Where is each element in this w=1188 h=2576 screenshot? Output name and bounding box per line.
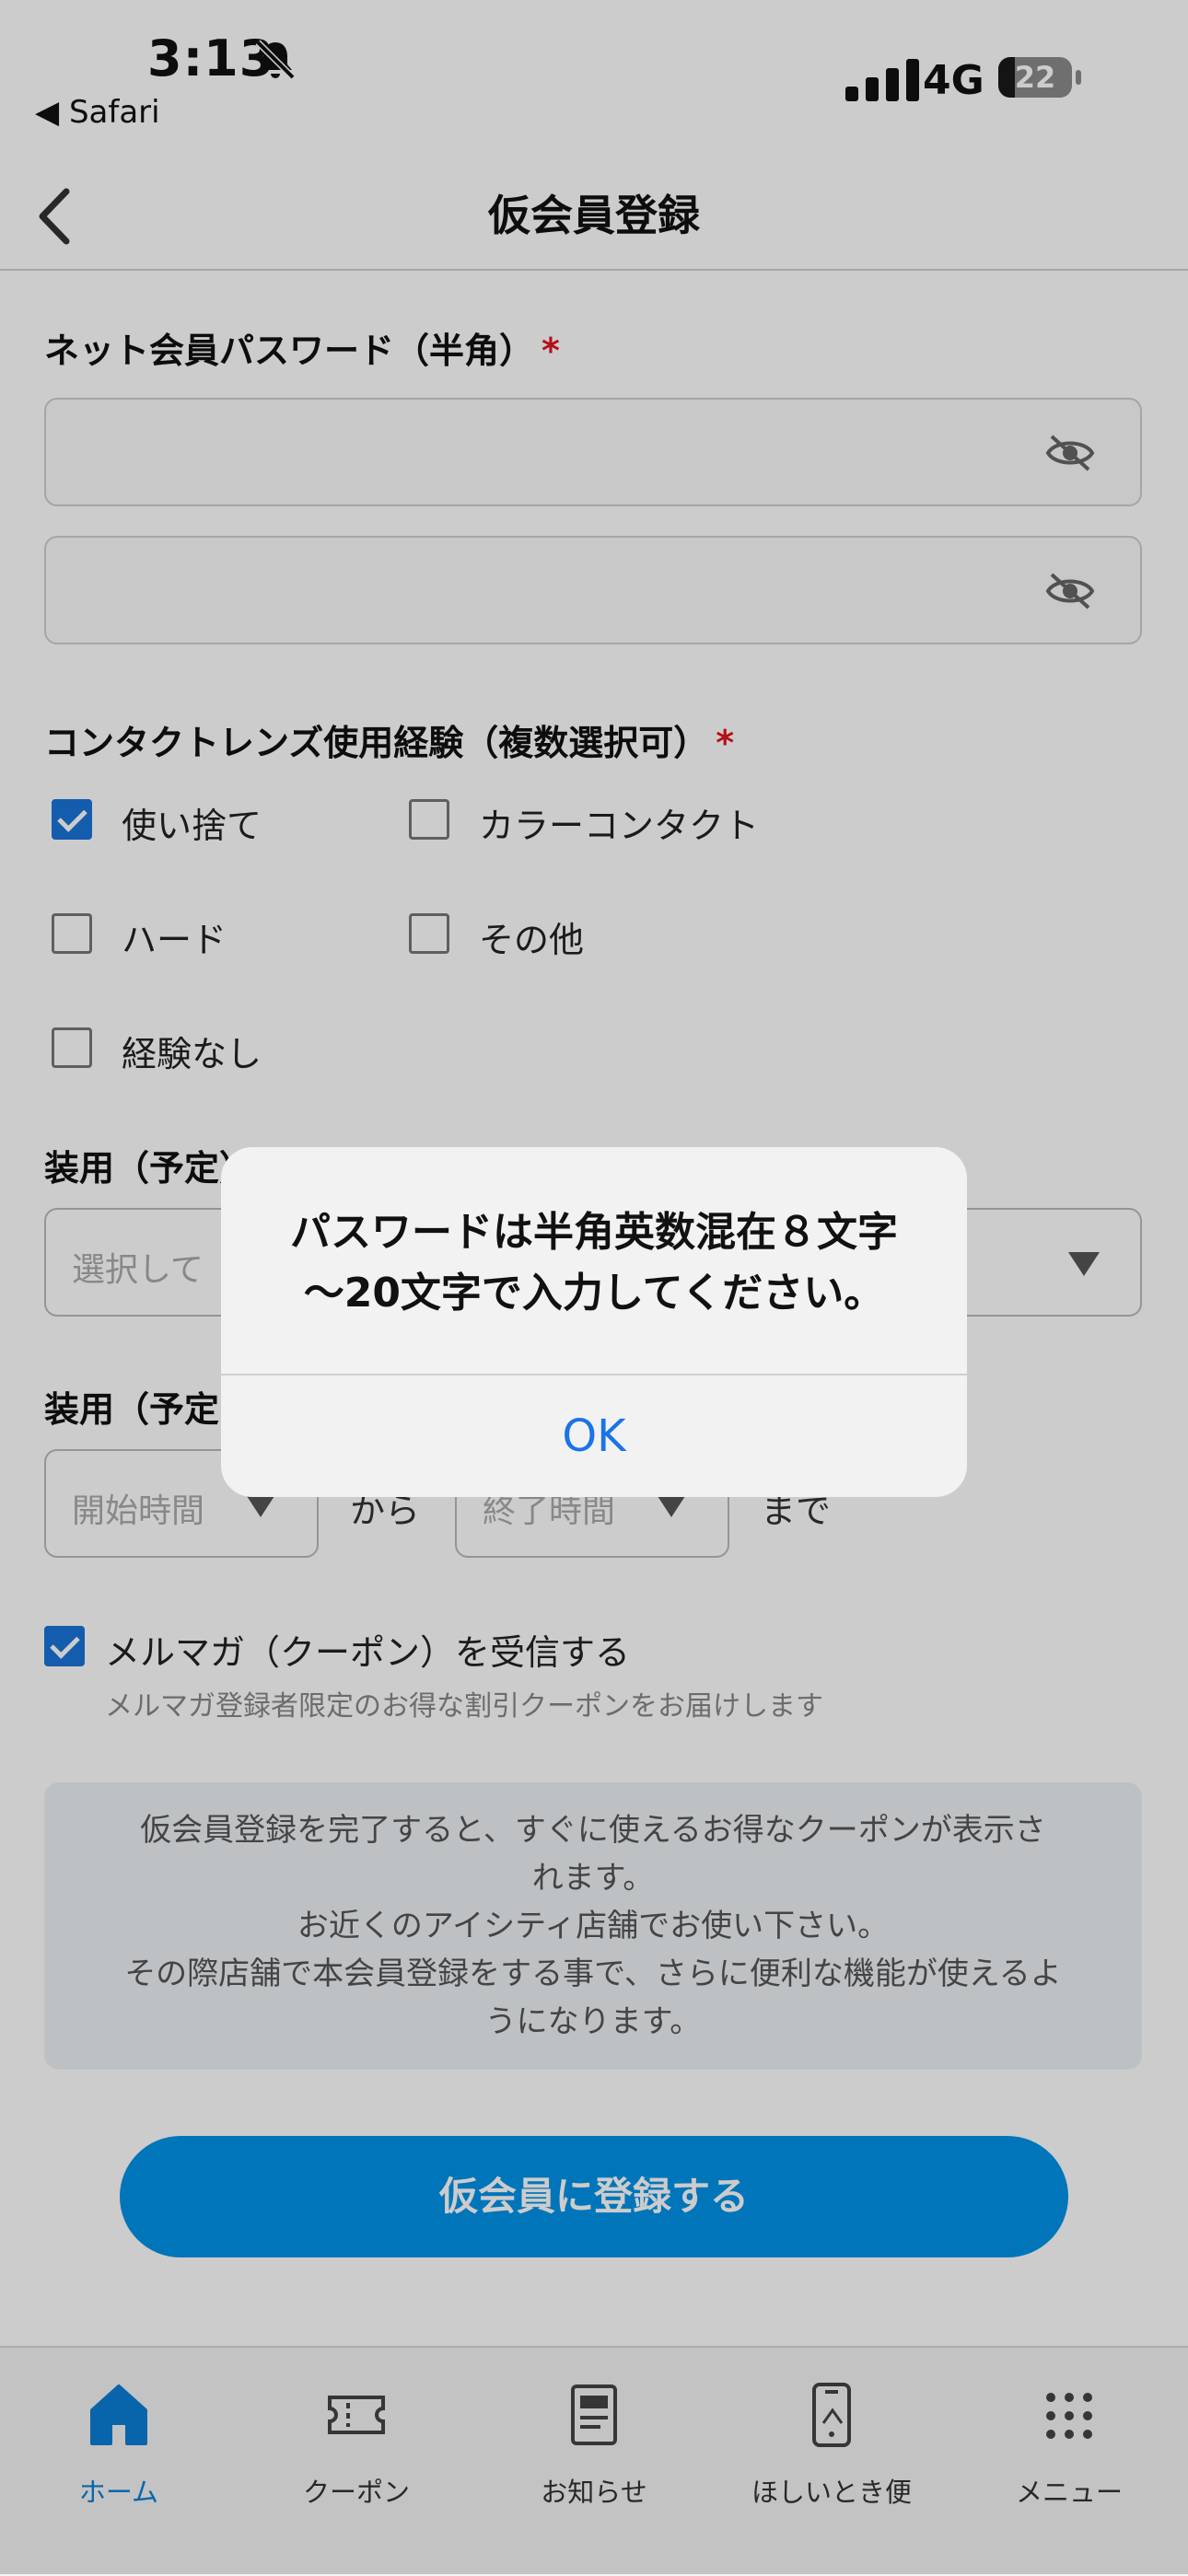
alert-dialog: パスワードは半角英数混在８文字 ～20文字で入力してください。 OK: [221, 1147, 967, 1497]
alert-message-line: ～20文字で入力してください。: [303, 1270, 885, 1317]
alert-ok-button[interactable]: OK: [221, 1375, 967, 1497]
alert-message-line: パスワードは半角英数混在８文字: [290, 1209, 898, 1256]
alert-message: パスワードは半角英数混在８文字 ～20文字で入力してください。: [249, 1202, 939, 1324]
